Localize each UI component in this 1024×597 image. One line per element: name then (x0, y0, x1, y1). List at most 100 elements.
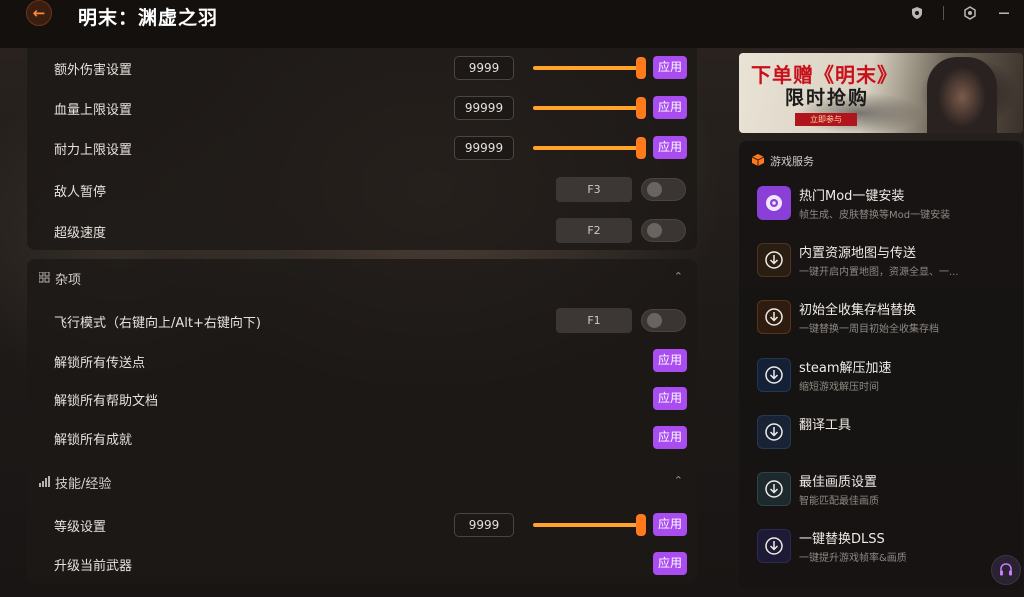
setting-row-unlock-docs: 解锁所有帮助文档 应用 (27, 384, 697, 414)
service-item-map-teleport[interactable]: 内置资源地图与传送 一键开启内置地图，资源全显、一... (739, 240, 1023, 290)
value-slider[interactable] (533, 146, 645, 150)
setting-row-unlock-teleports: 解锁所有传送点 应用 (27, 346, 697, 376)
download-icon (757, 472, 791, 506)
top-bar: ← 明末：渊虚之羽 (0, 0, 1024, 48)
section-title: 技能/经验 (55, 477, 112, 492)
banner-character-image (927, 57, 997, 133)
settings-icon[interactable] (962, 5, 978, 21)
service-item-translate[interactable]: 翻译工具 (739, 412, 1023, 462)
back-button[interactable]: ← (26, 0, 52, 26)
apply-button[interactable]: 应用 (653, 513, 687, 536)
banner-cta-button[interactable]: 立即参与 (795, 113, 857, 126)
shield-icon[interactable] (909, 5, 925, 21)
banner-subheadline: 限时抢购 (785, 87, 870, 109)
setting-row-upgrade-weapon: 升级当前武器 应用 (27, 549, 697, 579)
setting-label: 升级当前武器 (54, 559, 133, 574)
hotkey-button[interactable]: F1 (556, 308, 632, 333)
apply-button[interactable]: 应用 (653, 349, 687, 372)
misc-panel: 杂项 ⌃ 飞行模式（右键向上/Alt+右键向下) F1 解锁所有传送点 应用 解… (27, 259, 697, 450)
apply-button[interactable]: 应用 (653, 56, 687, 79)
setting-row-unlock-achievements: 解锁所有成就 应用 (27, 423, 697, 453)
service-subtitle: 缩短游戏解压时间 (799, 382, 879, 393)
setting-label: 等级设置 (54, 520, 107, 535)
service-item-dlss[interactable]: 一键替换DLSS 一键提升游戏帧率&画质 (739, 526, 1023, 576)
service-item-save-replace[interactable]: 初始全收集存档替换 一键替换一周目初始全收集存档 (739, 297, 1023, 347)
bar-chart-icon (39, 476, 50, 487)
slider-handle[interactable] (636, 57, 646, 79)
promo-banner[interactable]: 下单赠《明末》 限时抢购 立即参与 (739, 53, 1023, 133)
minimize-icon[interactable] (996, 5, 1012, 21)
download-icon (757, 358, 791, 392)
toggle-knob (647, 223, 662, 238)
setting-label: 解锁所有成就 (54, 433, 133, 448)
service-item-mod-install[interactable]: 热门Mod一键安装 帧生成、皮肤替换等Mod一键安装 (739, 183, 1023, 233)
setting-row-max-hp: 血量上限设置 99999 应用 (27, 93, 697, 123)
service-subtitle: 帧生成、皮肤替换等Mod一键安装 (799, 210, 951, 221)
download-icon (757, 415, 791, 449)
setting-label: 解锁所有传送点 (54, 356, 146, 371)
setting-row-freeze-enemies: 敌人暂停 F3 (27, 175, 697, 205)
service-title: 内置资源地图与传送 (799, 246, 917, 261)
apply-button[interactable]: 应用 (653, 96, 687, 119)
toggle-knob (647, 313, 662, 328)
mod-icon (757, 186, 791, 220)
setting-row-fly-mode: 飞行模式（右键向上/Alt+右键向下) F1 (27, 306, 697, 336)
setting-row-max-stamina: 耐力上限设置 99999 应用 (27, 133, 697, 163)
toggle-switch[interactable] (641, 178, 686, 201)
hotkey-button[interactable]: F3 (556, 177, 632, 202)
setting-row-super-speed: 超级速度 F2 (27, 216, 697, 246)
service-title: 最佳画质设置 (799, 475, 878, 490)
value-input[interactable]: 9999 (454, 513, 514, 537)
section-header-misc[interactable]: 杂项 ⌃ (27, 259, 697, 297)
service-title: 翻译工具 (799, 418, 852, 433)
section-title: 杂项 (55, 273, 82, 288)
page-title: 明末：渊虚之羽 (78, 7, 219, 29)
grid-icon (39, 272, 50, 283)
apply-button[interactable]: 应用 (653, 426, 687, 449)
setting-label: 额外伤害设置 (54, 63, 133, 78)
setting-label: 血量上限设置 (54, 103, 133, 118)
headset-icon (1000, 563, 1012, 576)
value-slider[interactable] (533, 66, 645, 70)
service-subtitle: 一键开启内置地图，资源全显、一... (799, 267, 959, 278)
service-title: 初始全收集存档替换 (799, 303, 917, 318)
toggle-switch[interactable] (641, 309, 686, 332)
toggle-knob (647, 182, 662, 197)
value-input[interactable]: 99999 (454, 96, 514, 120)
chevron-up-icon[interactable]: ⌃ (674, 474, 683, 487)
service-title: steam解压加速 (799, 361, 892, 376)
toggle-switch[interactable] (641, 219, 686, 242)
setting-label: 超级速度 (54, 226, 107, 241)
value-slider[interactable] (533, 523, 645, 527)
setting-label: 耐力上限设置 (54, 143, 133, 158)
download-icon (757, 529, 791, 563)
window-controls (909, 5, 1012, 21)
setting-row-extra-damage: 额外伤害设置 9999 应用 (27, 53, 697, 83)
service-item-steam-unpack[interactable]: steam解压加速 缩短游戏解压时间 (739, 355, 1023, 405)
value-input[interactable]: 9999 (454, 56, 514, 80)
service-title: 一键替换DLSS (799, 532, 885, 547)
value-input[interactable]: 99999 (454, 136, 514, 160)
hotkey-button[interactable]: F2 (556, 218, 632, 243)
support-button[interactable] (991, 555, 1021, 585)
services-title: 游戏服务 (770, 155, 814, 168)
apply-button[interactable]: 应用 (653, 387, 687, 410)
slider-handle[interactable] (636, 514, 646, 536)
apply-button[interactable]: 应用 (653, 136, 687, 159)
service-item-best-graphics[interactable]: 最佳画质设置 智能匹配最佳画质 (739, 469, 1023, 519)
download-icon (757, 300, 791, 334)
download-icon (757, 243, 791, 277)
box-icon (751, 154, 765, 166)
chevron-up-icon[interactable]: ⌃ (674, 270, 683, 283)
value-slider[interactable] (533, 106, 645, 110)
section-header-skills[interactable]: 技能/经验 ⌃ (27, 463, 697, 501)
cheat-panel-main: 额外伤害设置 9999 应用 血量上限设置 99999 应用 耐力上限设置 99… (27, 48, 697, 250)
service-subtitle: 智能匹配最佳画质 (799, 496, 879, 507)
apply-button[interactable]: 应用 (653, 552, 687, 575)
service-subtitle: 一键提升游戏帧率&画质 (799, 553, 907, 564)
back-arrow-icon: ← (32, 4, 46, 22)
slider-handle[interactable] (636, 97, 646, 119)
setting-label: 解锁所有帮助文档 (54, 394, 159, 409)
service-title: 热门Mod一键安装 (799, 189, 905, 204)
slider-handle[interactable] (636, 137, 646, 159)
